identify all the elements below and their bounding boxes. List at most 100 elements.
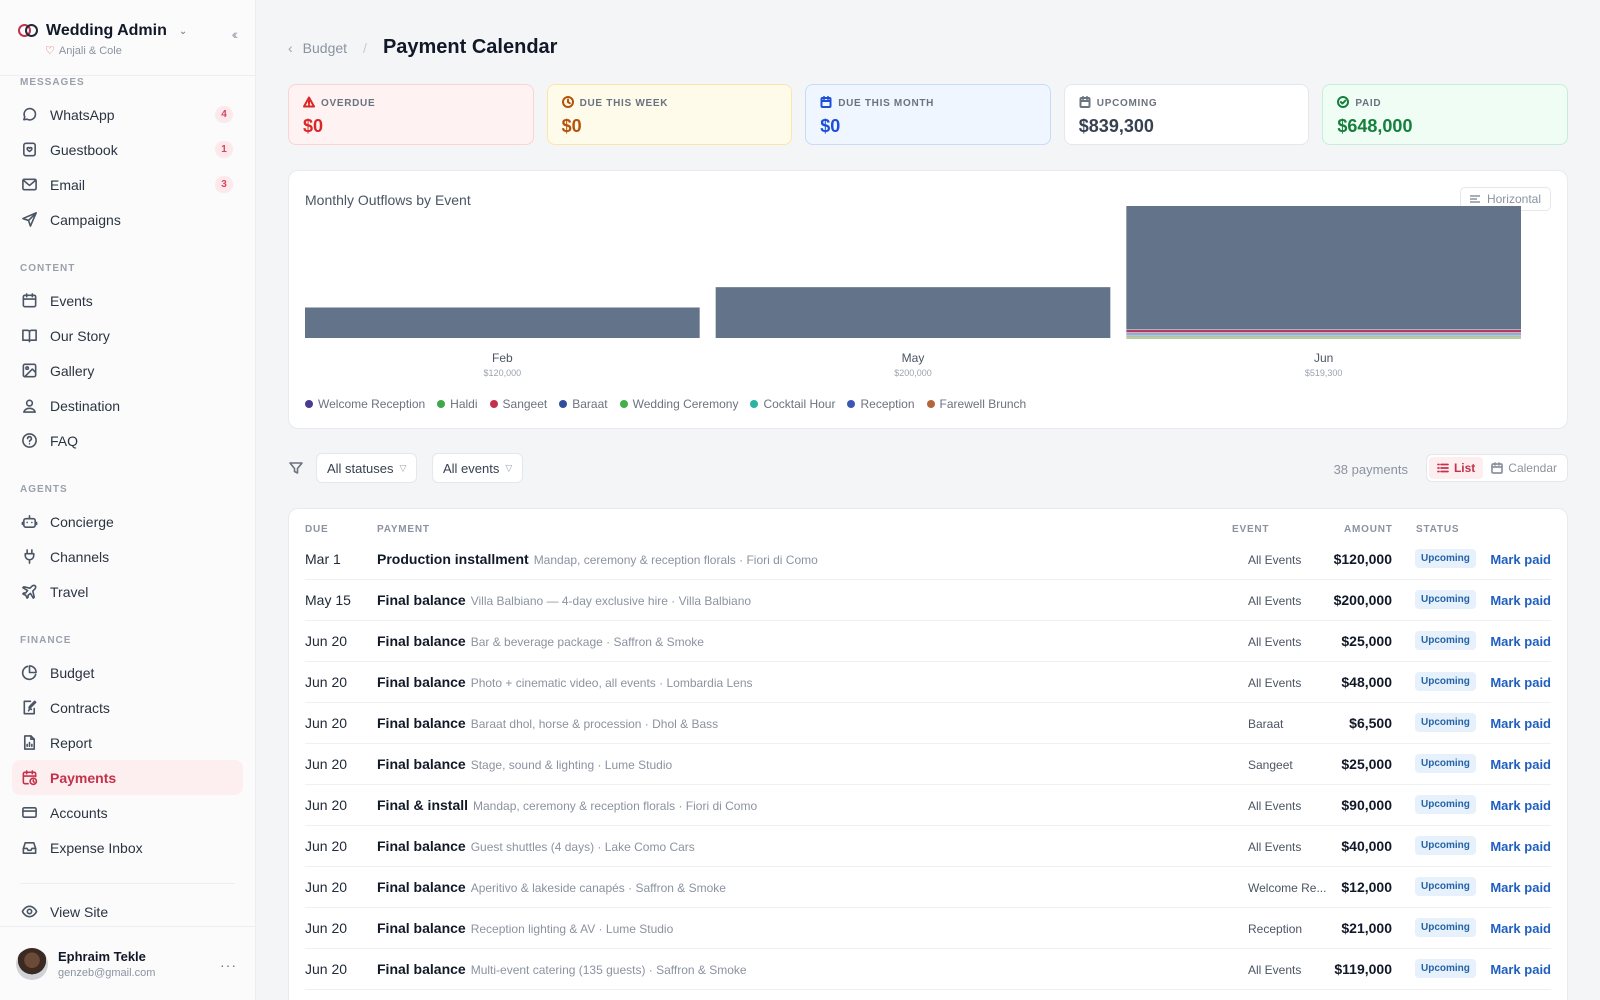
column-header-event[interactable]: EVENT (1232, 524, 1269, 535)
status-badge: Upcoming (1415, 672, 1476, 691)
sidebar-item-payments[interactable]: Payments (12, 760, 243, 795)
table-row[interactable]: Jun 20 Final balance Reception lighting & … (305, 908, 1551, 949)
mark-paid-button[interactable]: Mark paid (1490, 880, 1551, 895)
legend-item[interactable]: Welcome Reception (305, 397, 425, 411)
breadcrumb-separator: / (363, 39, 367, 56)
view-site-label: View Site (50, 903, 109, 920)
mark-paid-button[interactable]: Mark paid (1490, 552, 1551, 567)
table-row[interactable]: Jun 20 Final balance Guest shuttles (4 day… (305, 826, 1551, 867)
calendar-view-button[interactable]: Calendar (1483, 457, 1565, 479)
mark-paid-button[interactable]: Mark paid (1490, 634, 1551, 649)
mark-paid-button[interactable]: Mark paid (1490, 757, 1551, 772)
table-row[interactable]: Jun 20 Final balance Bar & beverage packag… (305, 621, 1551, 662)
stat-label: UPCOMING (1096, 98, 1158, 109)
mark-paid-button[interactable]: Mark paid (1490, 798, 1551, 813)
user-name: Ephraim Tekle (58, 948, 146, 964)
bar-segment-jun-welcome-reception[interactable] (1126, 329, 1521, 331)
mark-paid-button[interactable]: Mark paid (1490, 716, 1551, 731)
chart-plot: Feb $120,000 May $200,000 Jun $519,300 (305, 206, 1521, 378)
bar-segment-jun-wedding-ceremony[interactable] (1126, 336, 1521, 338)
event-filter-select[interactable]: All events ▽ (432, 453, 524, 483)
column-header-payment[interactable]: PAYMENT (377, 524, 430, 535)
sidebar-item-gallery[interactable]: Gallery (12, 353, 243, 388)
view-toggle: List Calendar (1425, 454, 1568, 482)
list-view-button[interactable]: List (1428, 457, 1484, 479)
legend-item[interactable]: Cocktail Hour (750, 397, 835, 411)
column-header-amount[interactable]: AMOUNT (1344, 524, 1393, 535)
legend-item[interactable]: Wedding Ceremony (619, 397, 738, 411)
bar-segment-jun-haldi[interactable] (1126, 337, 1521, 339)
collapse-sidebar-icon[interactable]: ‹‹ (232, 26, 239, 42)
amount: $48,000 (1341, 674, 1392, 690)
mark-paid-button[interactable]: Mark paid (1490, 675, 1551, 690)
sidebar-item-guestbook[interactable]: Guestbook 1 (12, 132, 243, 167)
sidebar-item-events[interactable]: Events (12, 283, 243, 318)
table-row[interactable]: Jun 20 Final balance Aperitivo & lakeside … (305, 867, 1551, 908)
stat-card-upcoming[interactable]: UPCOMING $839,300 (1063, 84, 1310, 145)
bar-segment-jun-sangeet[interactable] (1126, 330, 1521, 333)
sidebar-item-travel[interactable]: Travel (12, 574, 243, 609)
bar-segment-jun-baraat[interactable] (1126, 333, 1521, 334)
workspace-switcher[interactable]: Wedding Admin ⌄ (18, 22, 235, 40)
sidebar-item-email[interactable]: Email 3 (12, 167, 243, 202)
sidebar-nav[interactable]: MESSAGES WhatsApp 4 Guestbook 1 Email 3 Campaig… (0, 77, 255, 926)
chevron-left-icon[interactable]: ‹ (288, 40, 293, 56)
payment-title: Production installment (377, 551, 529, 567)
payment-description: Bar & beverage package · Saffron & Smoke (470, 635, 704, 649)
sidebar-item-accounts[interactable]: Accounts (12, 795, 243, 830)
legend-item[interactable]: Haldi (437, 397, 478, 411)
image-icon (20, 362, 38, 380)
sidebar-item-destination[interactable]: Destination (12, 388, 243, 423)
table-row[interactable]: Mar 1 Production installment Mandap, cerem… (305, 539, 1551, 580)
sidebar-item-report[interactable]: Report (12, 725, 243, 760)
mark-paid-button[interactable]: Mark paid (1490, 921, 1551, 936)
view-site-link[interactable]: View Site (12, 894, 243, 926)
column-header-status[interactable]: STATUS (1416, 524, 1459, 535)
mark-paid-button[interactable]: Mark paid (1490, 593, 1551, 608)
sidebar-item-channels[interactable]: Channels (12, 539, 243, 574)
legend-item[interactable]: Baraat (559, 397, 608, 411)
sidebar-item-whatsapp[interactable]: WhatsApp 4 (12, 97, 243, 132)
event-name: Welcome Re... (1248, 881, 1327, 895)
bar-segment-may-all-events[interactable] (715, 287, 1111, 338)
table-row[interactable]: Jun 20 Final balance Stage, sound & lighti… (305, 744, 1551, 785)
table-row[interactable]: Jun 20 Final & install Mandap, ceremony & … (305, 785, 1551, 826)
sidebar-item-campaigns[interactable]: Campaigns (12, 202, 243, 237)
sidebar-header: Wedding Admin ⌄ ♡ Anjali & Cole ‹‹ (0, 0, 255, 76)
bar-segment-feb-all-events[interactable] (305, 307, 700, 338)
table-row[interactable]: May 15 Final balance Villa Balbiano — 4-da… (305, 580, 1551, 621)
mark-paid-button[interactable]: Mark paid (1490, 962, 1551, 977)
sidebar-item-our-story[interactable]: Our Story (12, 318, 243, 353)
stat-card-paid[interactable]: PAID $648,000 (1322, 84, 1568, 145)
stat-card-month[interactable]: DUE THIS MONTH $0 (805, 84, 1051, 145)
sidebar-item-contracts[interactable]: Contracts (12, 690, 243, 725)
bar-segment-jun-all-events[interactable] (1126, 206, 1521, 330)
status-filter-select[interactable]: All statuses ▽ (316, 453, 418, 483)
bar-segment-jun-farewell-brunch[interactable] (1126, 336, 1521, 337)
user-menu[interactable]: Ephraim Tekle genzeb@gmail.com ··· (0, 926, 255, 1000)
table-row[interactable]: Jun 20 Final balance Baraat dhol, horse & … (305, 703, 1551, 744)
bar-segment-jun-cocktail-hour[interactable] (1126, 335, 1521, 336)
legend-item[interactable]: Sangeet (489, 397, 547, 411)
stat-card-week[interactable]: DUE THIS WEEK $0 (546, 84, 793, 145)
credit-card-icon (20, 804, 38, 822)
table-row[interactable]: Jun 20 Final balance Multi-event catering … (305, 949, 1551, 990)
sidebar-item-label: Payments (50, 769, 117, 786)
mark-paid-button[interactable]: Mark paid (1490, 839, 1551, 854)
stat-card-overdue[interactable]: OVERDUE $0 (288, 84, 534, 145)
table-row[interactable]: Jun 20 Final balance Photo + cinematic vid… (305, 662, 1551, 703)
sidebar-item-expense-inbox[interactable]: Expense Inbox (12, 830, 243, 865)
sidebar-item-concierge[interactable]: Concierge (12, 504, 243, 539)
legend-item[interactable]: Reception (847, 397, 915, 411)
sidebar-item-faq[interactable]: FAQ (12, 423, 243, 458)
bar-segment-jun-reception[interactable] (1126, 334, 1521, 335)
breadcrumb-budget-link[interactable]: Budget (303, 40, 347, 56)
sidebar-item-label: Gallery (50, 362, 95, 379)
more-options-icon[interactable]: ··· (220, 957, 237, 973)
sidebar-item-budget[interactable]: Budget (12, 655, 243, 690)
legend-item[interactable]: Farewell Brunch (926, 397, 1026, 411)
status-badge: Upcoming (1415, 549, 1476, 568)
status-badge: Upcoming (1415, 877, 1476, 896)
column-header-due[interactable]: DUE (305, 524, 329, 535)
amount: $120,000 (1333, 551, 1392, 567)
